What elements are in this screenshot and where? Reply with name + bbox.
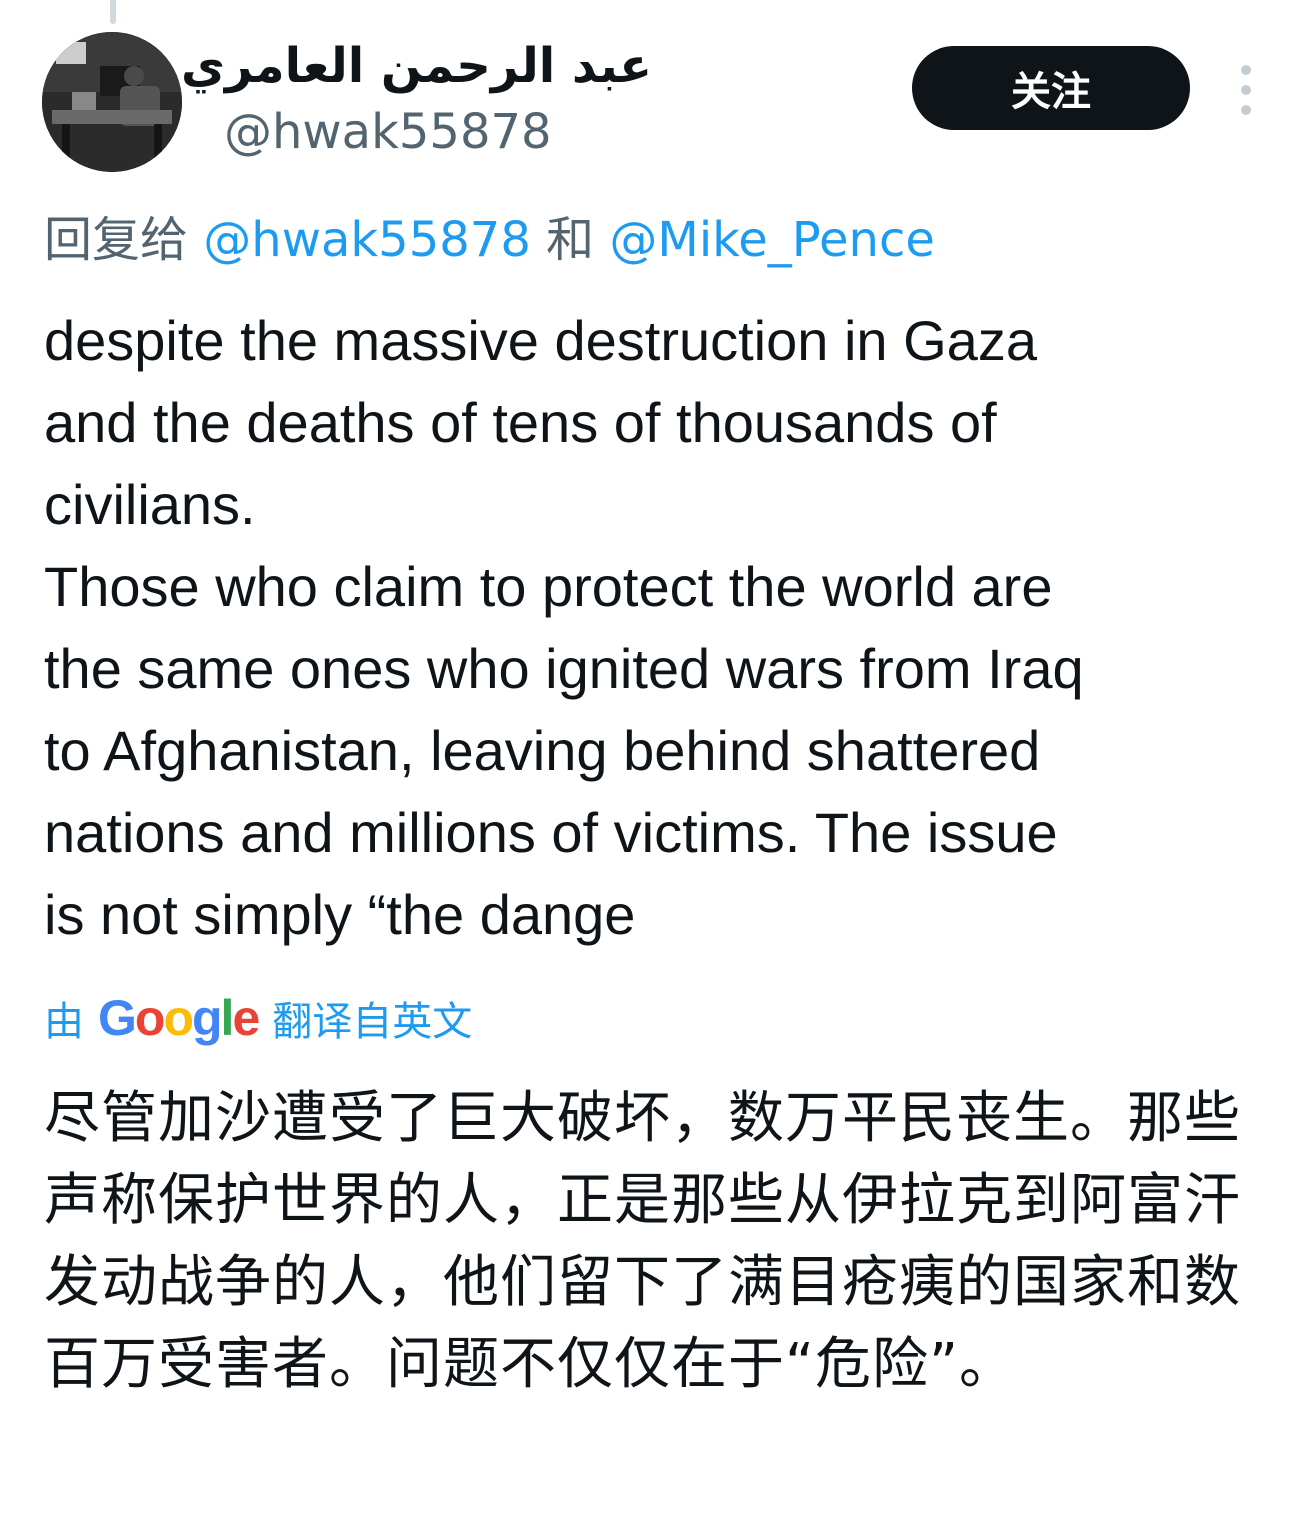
translation-suffix: 翻译自英文 <box>272 999 473 1045</box>
translation-prefix: 由 <box>44 999 84 1045</box>
author-handle[interactable]: @hwak55878 <box>224 102 552 162</box>
more-vertical-icon[interactable] <box>1226 62 1266 118</box>
reply-context: 回复给 @hwak55878 和 @Mike_Pence <box>44 208 935 272</box>
avatar-image <box>42 32 182 172</box>
reply-prefix: 回复给 <box>44 212 189 268</box>
google-logo: Google <box>98 990 260 1046</box>
translated-tweet-body: 尽管加沙遭受了巨大破坏，数万平民丧生。那些声称保护世界的人，正是那些从伊拉克到阿… <box>44 1086 1241 1397</box>
avatar[interactable] <box>42 32 182 172</box>
thread-connector-line <box>110 0 116 24</box>
reply-conjunction: 和 <box>546 212 595 268</box>
translation-attribution[interactable]: 由 Google 翻译自英文 <box>44 986 472 1050</box>
author-display-name[interactable]: عبد الرحمن العامري <box>181 34 652 98</box>
follow-button[interactable]: 关注 <box>912 46 1190 130</box>
reply-mention-link[interactable]: @hwak55878 <box>203 212 531 268</box>
reply-mention-link[interactable]: @Mike_Pence <box>609 212 934 268</box>
tweet-body: despite the massive destruction in Gaza … <box>44 309 1084 946</box>
